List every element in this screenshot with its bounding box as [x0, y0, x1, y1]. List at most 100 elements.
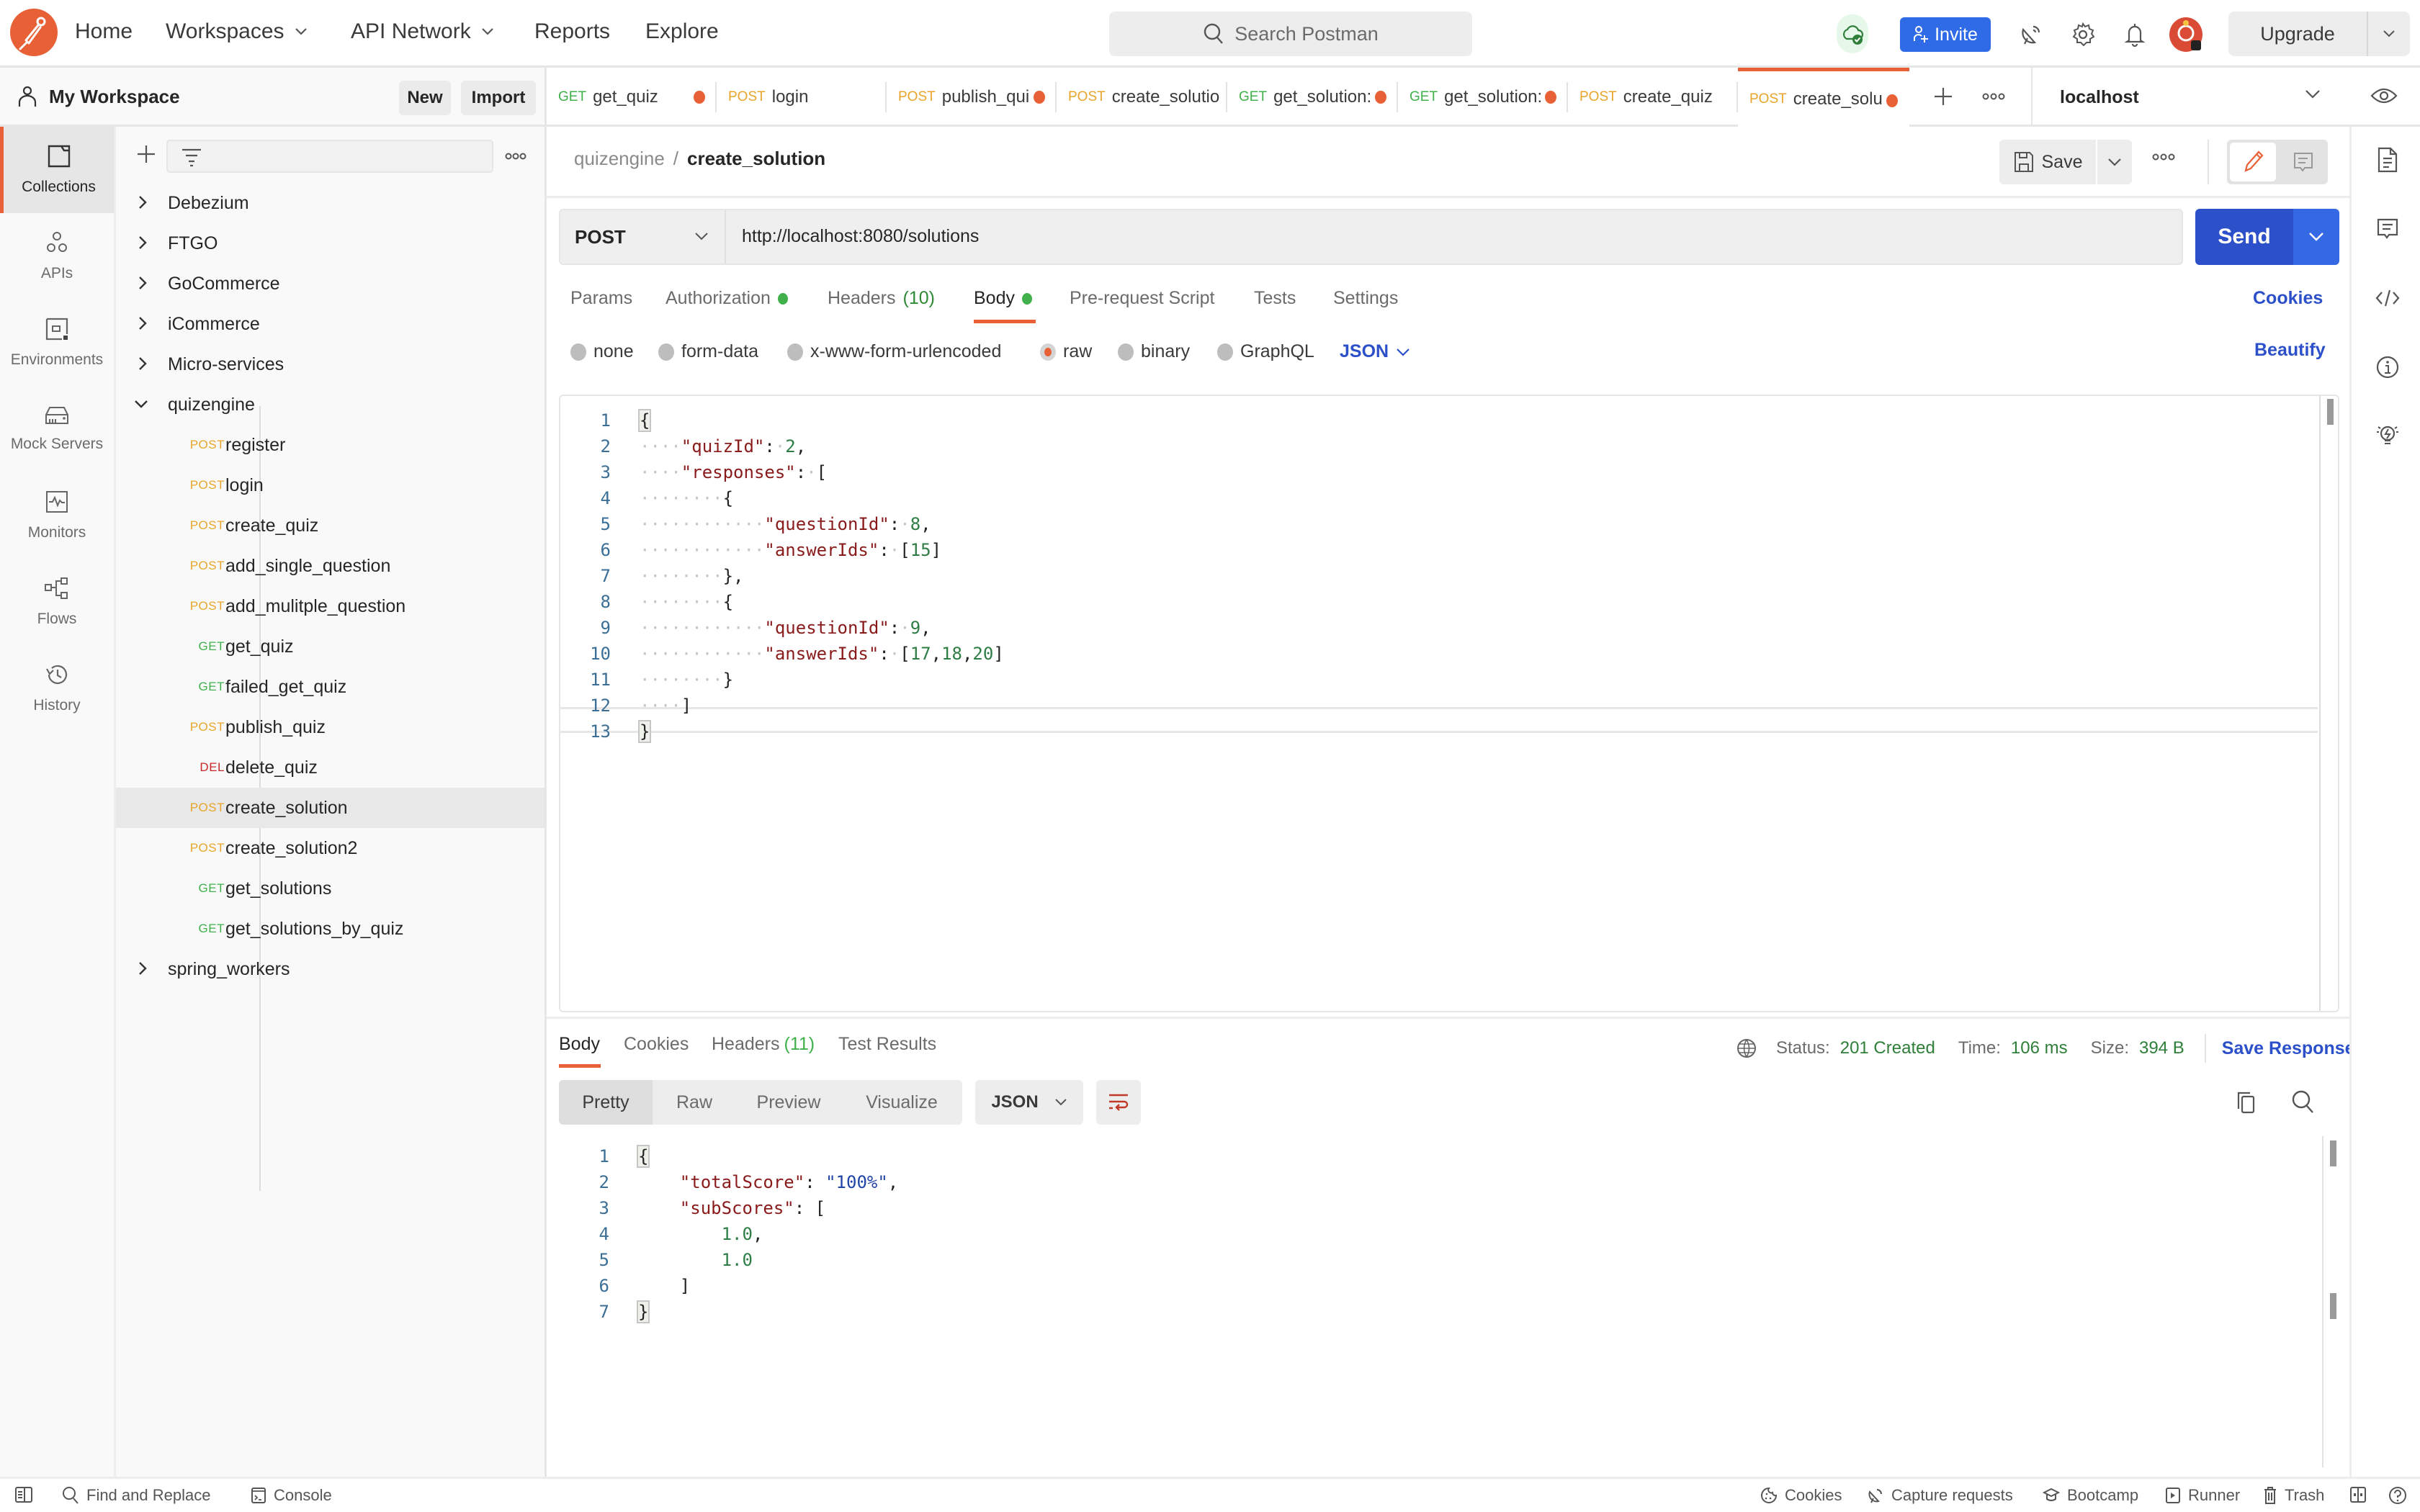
capture-button[interactable] — [2017, 20, 2045, 49]
globe-icon[interactable] — [1736, 1038, 1757, 1059]
rail-item-flows[interactable]: Flows — [0, 559, 114, 645]
tabs-more-button[interactable] — [1982, 91, 2005, 102]
radio-button[interactable] — [787, 343, 803, 361]
settings-button[interactable] — [2069, 20, 2097, 49]
tab-headers[interactable]: Headers (10) — [828, 288, 935, 309]
tab-body[interactable]: Body — [974, 288, 1032, 309]
request-item[interactable]: POST create_solution — [116, 788, 544, 828]
rail-item-environments[interactable]: Environments — [0, 300, 114, 386]
request-item[interactable]: DEL delete_quiz — [116, 747, 544, 788]
body-type-graphql[interactable]: GraphQL — [1217, 341, 1314, 362]
request-item[interactable]: GET get_quiz — [116, 626, 544, 667]
radio-button[interactable] — [570, 343, 586, 361]
collection-item[interactable]: FTGO — [116, 223, 544, 264]
body-type-none[interactable]: none — [570, 341, 634, 362]
runner-button[interactable]: Runner — [2165, 1486, 2240, 1505]
request-item[interactable]: POST create_solution2 — [116, 828, 544, 868]
chevron-down-icon[interactable] — [133, 399, 149, 409]
response-scrollbar-thumb[interactable] — [2330, 1293, 2336, 1319]
request-tab[interactable]: POST create_solutio — [1057, 68, 1227, 127]
info-button[interactable] — [2373, 353, 2402, 382]
help-button[interactable] — [2388, 1486, 2407, 1505]
nav-reports[interactable]: Reports — [534, 19, 610, 44]
editor-scrollbar-thumb[interactable] — [2327, 399, 2334, 425]
collection-item[interactable]: Debezium — [116, 183, 544, 223]
view-preview[interactable]: Preview — [736, 1080, 841, 1125]
request-item[interactable]: POST create_quiz — [116, 505, 544, 546]
response-tab-test-results[interactable]: Test Results — [838, 1034, 936, 1055]
import-button[interactable]: Import — [461, 81, 536, 115]
rail-item-apis[interactable]: APIs — [0, 213, 114, 300]
avatar[interactable] — [2169, 17, 2202, 52]
trash-button[interactable]: Trash — [2263, 1486, 2324, 1505]
search-input[interactable]: Search Postman — [1109, 12, 1472, 56]
console-button[interactable]: Console — [251, 1486, 332, 1505]
request-tab[interactable]: GET get_quiz — [547, 68, 717, 127]
upgrade-menu-button[interactable] — [2368, 30, 2410, 38]
rail-item-monitors[interactable]: Monitors — [0, 472, 114, 559]
chevron-right-icon[interactable] — [138, 194, 148, 210]
nav-workspaces[interactable]: Workspaces — [166, 19, 308, 44]
request-item[interactable]: GET failed_get_quiz — [116, 667, 544, 707]
environment-quick-look-button[interactable] — [2370, 85, 2398, 107]
view-pretty[interactable]: Pretty — [559, 1080, 653, 1125]
nav-api-network[interactable]: API Network — [351, 19, 494, 44]
radio-button[interactable] — [1118, 343, 1134, 361]
nav-explore[interactable]: Explore — [645, 19, 719, 44]
url-input[interactable]: http://localhost:8080/solutions — [742, 226, 979, 247]
cookies-link[interactable]: Cookies — [2253, 288, 2323, 309]
wrap-lines-button[interactable] — [1096, 1080, 1141, 1125]
save-button[interactable]: Save — [1999, 140, 2097, 184]
invite-button[interactable]: Invite — [1900, 17, 1991, 52]
tab-params[interactable]: Params — [570, 288, 632, 309]
request-tab[interactable]: POST create_quiz — [1568, 68, 1738, 127]
radio-button[interactable] — [658, 343, 674, 361]
cookies-button[interactable]: Cookies — [1760, 1486, 1842, 1505]
breadcrumb-parent[interactable]: quizengine — [574, 148, 665, 170]
breadcrumb-current[interactable]: create_solution — [687, 148, 825, 170]
collection-item[interactable]: GoCommerce — [116, 264, 544, 304]
response-tab-cookies[interactable]: Cookies — [624, 1034, 689, 1055]
collection-item[interactable]: quizengine — [116, 384, 544, 425]
response-format-select[interactable]: JSON — [975, 1080, 1083, 1125]
radio-button[interactable] — [1040, 343, 1056, 361]
search-response-button[interactable] — [2290, 1089, 2315, 1115]
time-value[interactable]: 106 ms — [2011, 1038, 2068, 1058]
request-tab[interactable]: GET get_solution: — [1398, 68, 1568, 127]
chevron-right-icon[interactable] — [138, 315, 148, 331]
code-snippet-button[interactable] — [2373, 284, 2402, 312]
request-more-button[interactable] — [2152, 151, 2175, 163]
response-body-viewer[interactable]: 1 {2 "totalScore": "100%", 3 "subScores": … — [559, 1136, 2339, 1467]
collection-item[interactable]: iCommerce — [116, 304, 544, 344]
request-item[interactable]: POST add_single_question — [116, 546, 544, 586]
nav-home[interactable]: Home — [75, 19, 133, 44]
capture-requests-button[interactable]: Capture requests — [1867, 1486, 2013, 1505]
send-options-button[interactable] — [2293, 209, 2339, 265]
postman-logo-icon[interactable] — [10, 9, 58, 56]
response-tab-body[interactable]: Body — [559, 1034, 600, 1055]
request-tab[interactable]: POST login — [717, 68, 887, 127]
notifications-button[interactable] — [2120, 20, 2149, 49]
find-and-replace-button[interactable]: Find and Replace — [62, 1486, 210, 1505]
body-format-select[interactable]: JSON — [1340, 341, 1410, 362]
rail-item-collections[interactable]: Collections — [0, 127, 114, 213]
body-type-form-data[interactable]: form-data — [658, 341, 758, 362]
add-collection-button[interactable] — [135, 143, 158, 166]
body-type-binary[interactable]: binary — [1118, 341, 1190, 362]
new-button[interactable]: New — [399, 81, 451, 115]
body-type-x-www-form-urlencoded[interactable]: x-www-form-urlencoded — [787, 341, 1001, 362]
request-item[interactable]: POST add_mulitple_question — [116, 586, 544, 626]
tab-tests[interactable]: Tests — [1254, 288, 1296, 309]
response-scrollbar-thumb[interactable] — [2330, 1140, 2336, 1166]
related-collections-button[interactable] — [2373, 422, 2402, 451]
chevron-right-icon[interactable] — [138, 356, 148, 372]
request-item[interactable]: POST publish_quiz — [116, 707, 544, 747]
toggle-sidebar-button[interactable] — [14, 1486, 33, 1503]
comments-button[interactable] — [2373, 215, 2402, 243]
chevron-right-icon[interactable] — [138, 275, 148, 291]
sync-status-button[interactable] — [1837, 14, 1868, 53]
copy-response-button[interactable] — [2234, 1090, 2257, 1115]
request-tab[interactable]: POST publish_qui — [887, 68, 1057, 127]
rail-item-mock-servers[interactable]: Mock Servers — [0, 386, 114, 472]
rail-item-history[interactable]: History — [0, 645, 114, 732]
